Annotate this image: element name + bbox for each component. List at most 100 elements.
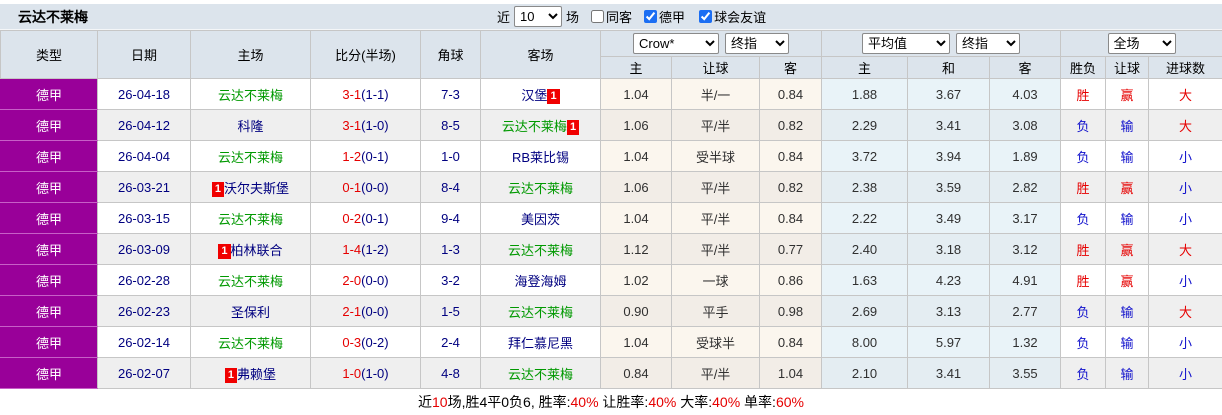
summary-label: 近 bbox=[418, 394, 433, 410]
away-team-cell[interactable]: 云达不莱梅 bbox=[480, 171, 601, 203]
checkbox-same-away[interactable]: 同客 bbox=[591, 7, 632, 26]
avg-away-cell: 1.32 bbox=[989, 326, 1062, 358]
avg-home-cell: 2.38 bbox=[821, 171, 909, 203]
result-scope-select[interactable]: 全场 bbox=[1107, 33, 1176, 54]
avg-away-cell: 4.03 bbox=[989, 78, 1062, 110]
team-name: 云达不莱梅 bbox=[507, 180, 573, 196]
team-name: 圣保利 bbox=[230, 304, 270, 320]
bundesliga-checkbox[interactable] bbox=[644, 10, 658, 23]
match-stats-panel: 云达不莱梅 近 10 场 同客 德甲 球会友谊 类型 日期 主场 比分(半场) … bbox=[0, 0, 1222, 415]
euro-stage-select[interactable]: 终指 bbox=[956, 33, 1021, 54]
odds-stage-select[interactable]: 终指 bbox=[725, 33, 789, 54]
avg-away-cell: 1.89 bbox=[989, 140, 1062, 172]
home-team-cell[interactable]: 科隆 bbox=[190, 109, 311, 141]
col-header-odds-handicap: 让球 bbox=[671, 56, 760, 79]
col-header-avg-away: 客 bbox=[989, 56, 1062, 79]
goals-result-cell: 小 bbox=[1148, 171, 1222, 203]
away-team-cell[interactable]: 汉堡 1 bbox=[480, 78, 601, 110]
home-team-cell[interactable]: 云达不莱梅 bbox=[190, 202, 311, 234]
team-name: 美因茨 bbox=[520, 211, 560, 227]
odds-handicap-cell: 受球半 bbox=[671, 326, 760, 358]
match-date-cell: 26-04-12 bbox=[97, 109, 191, 141]
score-cell: 0-2(0-1) bbox=[310, 202, 421, 234]
league-type-cell: 德甲 bbox=[0, 202, 98, 234]
away-team-cell[interactable]: 云达不莱梅 bbox=[480, 357, 601, 389]
away-team-cell[interactable]: RB莱比锡 bbox=[480, 140, 601, 172]
summary-value: 10 bbox=[432, 394, 448, 410]
checkbox-bundesliga[interactable]: 德甲 bbox=[644, 7, 685, 26]
winloss-result-cell: 胜 bbox=[1060, 264, 1107, 296]
table-row: 德甲 26-04-04 云达不莱梅 1-2(0-1) 1-0 RB莱比锡 1.04 受半球 0.… bbox=[0, 140, 1222, 172]
rank-badge: 1 bbox=[218, 243, 231, 259]
checkbox-club-friendly[interactable]: 球会友谊 bbox=[699, 7, 766, 26]
odds-away-cell: 0.86 bbox=[758, 264, 823, 296]
home-team-cell[interactable]: 云达不莱梅 bbox=[190, 78, 311, 110]
home-team-cell[interactable]: 云达不莱梅 bbox=[190, 264, 311, 296]
stats-summary: 近 10 场,胜4平0负6, 胜率: 40% 让胜率: 40% 大率: 40% 单率: 60… bbox=[0, 389, 1222, 415]
home-team-cell[interactable]: 云达不莱梅 bbox=[190, 326, 311, 358]
corner-cell: 7-3 bbox=[420, 78, 481, 110]
handicap-result-cell: 赢 bbox=[1105, 233, 1150, 265]
odds-company-select[interactable]: Crow* bbox=[633, 33, 719, 54]
euro-avg-select[interactable]: 平均值 bbox=[862, 33, 951, 54]
team-name: 柏林联合 bbox=[230, 242, 283, 258]
half-time-score: (1-2) bbox=[361, 241, 389, 257]
table-row: 德甲 26-02-07 1 弗赖堡 1-0(1-0) 4-8 云达不莱梅 0.84 平/半 1.0… bbox=[0, 357, 1222, 389]
half-time-score: (1-1) bbox=[361, 86, 389, 102]
full-time-score: 2-0 bbox=[342, 272, 362, 288]
col-header-winloss: 胜负 bbox=[1060, 56, 1107, 79]
half-time-score: (0-1) bbox=[361, 210, 389, 226]
col-header-handicap-result: 让球 bbox=[1105, 56, 1150, 79]
winloss-result-cell: 负 bbox=[1060, 109, 1107, 141]
half-time-score: (0-1) bbox=[361, 148, 389, 164]
avg-draw-cell: 3.49 bbox=[907, 202, 991, 234]
col-header-goals: 进球数 bbox=[1148, 56, 1222, 79]
odds-away-cell: 0.84 bbox=[758, 202, 823, 234]
odds-away-cell: 0.77 bbox=[758, 233, 823, 265]
home-team-cell[interactable]: 1 沃尔夫斯堡 bbox=[190, 171, 311, 203]
odds-home-cell: 1.04 bbox=[600, 326, 672, 358]
odds-handicap-cell: 平/半 bbox=[671, 357, 760, 389]
team-name: 云达不莱梅 bbox=[217, 87, 283, 103]
away-team-cell[interactable]: 海登海姆 bbox=[480, 264, 601, 296]
handicap-result-cell: 输 bbox=[1105, 140, 1150, 172]
corner-cell: 9-4 bbox=[420, 202, 481, 234]
handicap-result-cell: 输 bbox=[1105, 295, 1150, 327]
avg-away-cell: 3.17 bbox=[989, 202, 1062, 234]
match-date-cell: 26-04-18 bbox=[97, 78, 191, 110]
team-name: 云达不莱梅 bbox=[501, 118, 567, 134]
match-table-body: 德甲 26-04-18 云达不莱梅 3-1(1-1) 7-3 汉堡 1 1.04 半/一 0.84… bbox=[0, 78, 1222, 389]
corner-cell: 2-4 bbox=[420, 326, 481, 358]
table-row: 德甲 26-02-14 云达不莱梅 0-3(0-2) 2-4 拜仁慕尼黑 1.04 受球半 0.… bbox=[0, 326, 1222, 358]
score-cell: 1-0(1-0) bbox=[310, 357, 421, 389]
home-team-cell[interactable]: 1 弗赖堡 bbox=[190, 357, 311, 389]
odds-handicap-cell: 平/半 bbox=[671, 233, 760, 265]
corner-cell: 1-5 bbox=[420, 295, 481, 327]
away-team-cell[interactable]: 云达不莱梅 1 bbox=[480, 109, 601, 141]
home-team-cell[interactable]: 云达不莱梅 bbox=[190, 140, 311, 172]
club-friendly-checkbox[interactable] bbox=[699, 10, 713, 23]
odds-handicap-cell: 平手 bbox=[671, 295, 760, 327]
avg-home-cell: 3.72 bbox=[821, 140, 909, 172]
result-scope-group: 全场 bbox=[1060, 30, 1222, 57]
away-team-cell[interactable]: 云达不莱梅 bbox=[480, 233, 601, 265]
half-time-score: (0-0) bbox=[361, 303, 389, 319]
odds-home-cell: 1.06 bbox=[600, 109, 672, 141]
away-team-cell[interactable]: 美因茨 bbox=[480, 202, 601, 234]
winloss-result-cell: 负 bbox=[1060, 326, 1107, 358]
home-team-cell[interactable]: 圣保利 bbox=[190, 295, 311, 327]
away-team-cell[interactable]: 拜仁慕尼黑 bbox=[480, 326, 601, 358]
league-type-cell: 德甲 bbox=[0, 109, 98, 141]
games-count-select[interactable]: 10 bbox=[514, 6, 563, 27]
away-team-cell[interactable]: 云达不莱梅 bbox=[480, 295, 601, 327]
same-away-checkbox[interactable] bbox=[591, 10, 605, 23]
home-team-cell[interactable]: 1 柏林联合 bbox=[190, 233, 311, 265]
summary-value: 40% bbox=[648, 394, 677, 410]
team-name: 拜仁慕尼黑 bbox=[507, 335, 573, 351]
corner-cell: 8-4 bbox=[420, 171, 481, 203]
team-name: 云达不莱梅 bbox=[507, 366, 573, 382]
league-type-cell: 德甲 bbox=[0, 326, 98, 358]
score-cell: 1-2(0-1) bbox=[310, 140, 421, 172]
score-cell: 3-1(1-0) bbox=[310, 109, 421, 141]
page-title: 云达不莱梅 bbox=[18, 8, 88, 25]
